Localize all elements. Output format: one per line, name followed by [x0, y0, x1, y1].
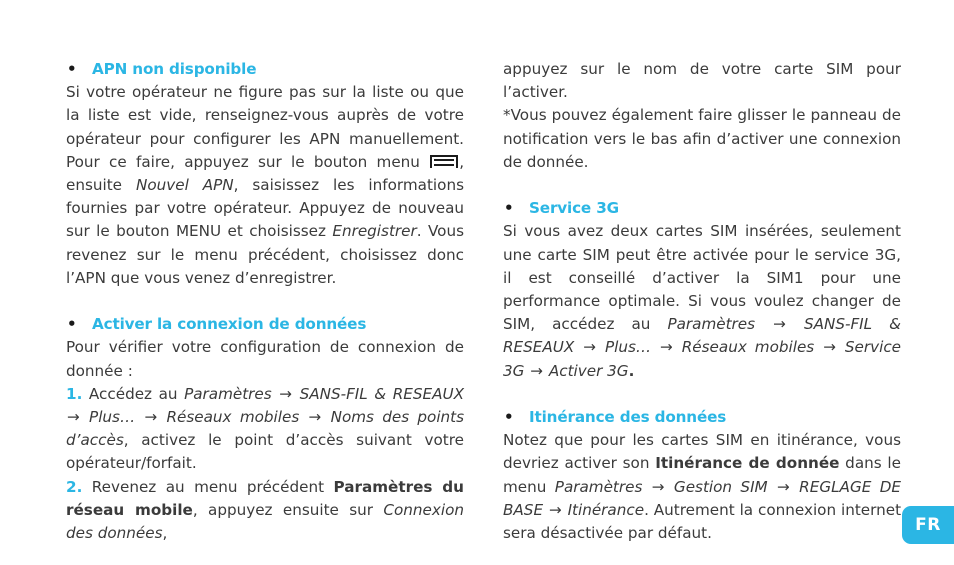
list-1-path-2: Plus… — [89, 408, 136, 427]
bullet-icon: • — [504, 408, 514, 427]
bullet-icon: • — [504, 199, 514, 218]
section-heading-service-3g: • Service 3G — [503, 197, 901, 220]
paragraph-itinerance: Notez que pour les cartes SIM en itinéra… — [503, 429, 901, 545]
paragraph-service-3g: Si vous avez deux cartes SIM insérées, s… — [503, 220, 901, 382]
service3g-path-5: Activer 3G — [548, 361, 629, 380]
activer-intro-text: Pour vérifier votre configuration de con… — [66, 338, 464, 380]
arrow-icon: → — [773, 315, 786, 334]
list-1-path-1: SANS-FIL & RESEAUX — [299, 384, 465, 403]
itinerance-bold: Itinérance de donnée — [655, 454, 840, 473]
list-2-text-before: Revenez au menu précédent — [82, 477, 334, 496]
service3g-path-end: . — [628, 361, 635, 380]
itinerance-path-0: Paramètres — [554, 477, 643, 496]
list-2-text-after: , — [162, 524, 168, 543]
heading-label: APN non disponible — [92, 60, 257, 78]
language-badge: FR — [902, 506, 954, 544]
list-1-text-after: , activez le point d’accès suivant votre… — [66, 431, 464, 473]
section-heading-activer-connexion: • Activer la connexion de données — [66, 313, 464, 336]
arrow-icon: → — [660, 338, 673, 357]
language-badge-label: FR — [915, 515, 941, 535]
heading-label: Service 3G — [529, 199, 619, 218]
list-1-path-3: Réseaux mobiles — [166, 408, 300, 427]
arrow-icon: → — [583, 338, 596, 357]
service3g-path-2: Plus… — [604, 338, 652, 357]
right-column: appuyez sur le nom de votre carte SIM po… — [503, 58, 901, 545]
continuation-text-1: appuyez sur le nom de votre carte SIM po… — [503, 60, 901, 102]
arrow-icon: → — [144, 408, 158, 427]
section-heading-apn-non-disponible: • APN non disponible — [66, 58, 464, 81]
list-number-1: 1. — [66, 384, 83, 403]
paragraph-continuation-line1: appuyez sur le nom de votre carte SIM po… — [503, 58, 901, 104]
apn-text-part1: Si votre opérateur ne figure pas sur la … — [66, 83, 464, 171]
list-1-text-before: Accédez au — [82, 384, 185, 403]
left-column: • APN non disponible Si votre opérateur n… — [66, 58, 464, 545]
list-item-2: 2. Revenez au menu précédent Paramètres … — [66, 476, 464, 546]
section-heading-itinerance: • Itinérance des données — [503, 406, 901, 429]
arrow-icon: → — [530, 361, 543, 380]
itinerance-path-1: Gestion SIM — [673, 477, 768, 496]
list-1-path-0: Paramètres — [184, 384, 272, 403]
menu-key-icon — [430, 154, 459, 168]
arrow-icon: → — [67, 408, 80, 427]
paragraph-activer-intro: Pour vérifier votre configuration de con… — [66, 336, 464, 382]
list-number-2: 2. — [66, 477, 83, 496]
arrow-icon: → — [651, 477, 665, 496]
list-item-1: 1. Accédez au Paramètres → SANS-FIL & RE… — [66, 383, 464, 476]
itinerance-text-after: . Autrement la connexion internet sera d… — [503, 500, 902, 543]
continuation-text-2: *Vous pouvez également faire glisser le … — [503, 106, 901, 171]
paragraph-continuation-line2: *Vous pouvez également faire glisser le … — [503, 104, 901, 174]
arrow-icon: → — [308, 408, 322, 427]
arrow-icon: → — [548, 500, 562, 519]
apn-italic-enregistrer: Enregistrer — [332, 222, 417, 241]
itinerance-path-3: Itinérance — [567, 500, 645, 519]
arrow-icon: → — [777, 477, 790, 496]
bullet-icon: • — [67, 60, 77, 78]
service3g-path-3: Réseaux mobiles — [681, 338, 815, 357]
bullet-icon: • — [67, 315, 77, 334]
list-2-text-mid: , appuyez ensuite sur — [192, 500, 384, 519]
arrow-icon: → — [279, 384, 292, 403]
manual-page: • APN non disponible Si votre opérateur n… — [0, 0, 954, 565]
apn-italic-nouvel-apn: Nouvel APN — [135, 176, 234, 195]
paragraph-apn-non-disponible: Si votre opérateur ne figure pas sur la … — [66, 81, 464, 290]
heading-label: Activer la connexion de données — [92, 315, 367, 334]
heading-label: Itinérance des données — [529, 408, 727, 427]
arrow-icon: → — [823, 338, 836, 357]
service3g-path-0: Paramètres — [667, 315, 756, 334]
